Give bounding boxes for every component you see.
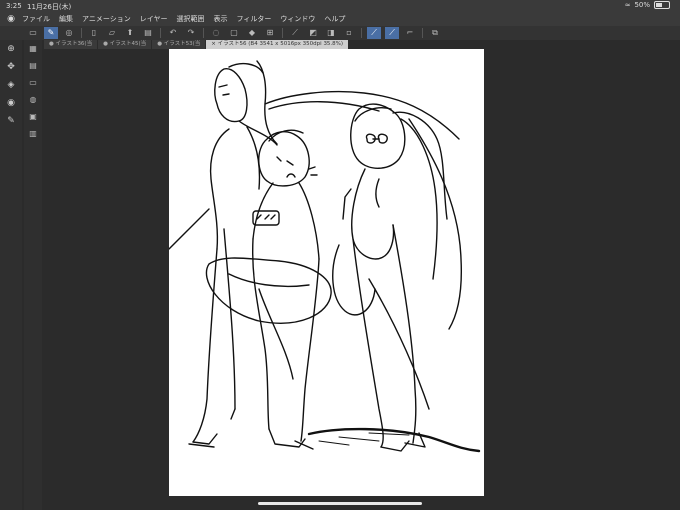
- ruler-icon[interactable]: ⟋: [288, 27, 302, 39]
- transform-icon[interactable]: ⊞: [263, 27, 277, 39]
- brush-settings-icon[interactable]: ◍: [24, 91, 42, 108]
- tab-illust53[interactable]: ● イラスト53(当: [152, 40, 206, 49]
- pen-pressure-icon[interactable]: ⟋: [367, 27, 381, 39]
- open-folder-icon[interactable]: ▱: [105, 27, 119, 39]
- left-panel-toolbar: ▦ ▤ ▭ ◍ ▣ ▥: [24, 40, 42, 510]
- tab-illust36[interactable]: ● イラスト36(当: [44, 40, 98, 49]
- home-indicator[interactable]: [258, 502, 422, 505]
- menu-file[interactable]: ファイル: [22, 14, 50, 24]
- wifi-icon: ≈: [624, 1, 631, 9]
- color-picker-icon[interactable]: ◉: [0, 94, 22, 112]
- move-icon[interactable]: ✥: [0, 58, 22, 76]
- fill-icon[interactable]: ◆: [245, 27, 259, 39]
- settings-icon[interactable]: ◎: [62, 27, 76, 39]
- menu-animation[interactable]: アニメーション: [82, 14, 131, 24]
- pen-mode-icon[interactable]: ✎: [44, 27, 58, 39]
- clock: 3:25: [6, 2, 22, 10]
- lasso-icon[interactable]: ◌: [209, 27, 223, 39]
- eraser-line-icon[interactable]: ⌐: [403, 27, 417, 39]
- folder-icon[interactable]: ▭: [24, 74, 42, 91]
- menu-window[interactable]: ウィンドウ: [280, 14, 315, 24]
- drawing-canvas[interactable]: [168, 49, 484, 496]
- navigator-icon[interactable]: ▥: [24, 125, 42, 142]
- status-bar: 3:25 11月26日(木) ≈ 50%: [0, 0, 680, 12]
- selection-icon[interactable]: ◩: [306, 27, 320, 39]
- brush-size-icon[interactable]: ▭: [26, 27, 40, 39]
- date: 11月26日(木): [27, 3, 72, 11]
- menu-layer[interactable]: レイヤー: [140, 14, 168, 24]
- document-tabs: ● イラスト36(当 ● イラスト45(当 ● イラスト53(当 × イラスト5…: [44, 40, 680, 49]
- undo-icon[interactable]: ↶: [166, 27, 180, 39]
- pen-icon[interactable]: ✎: [0, 112, 22, 130]
- tab-illust45[interactable]: ● イラスト45(当: [98, 40, 152, 49]
- app-logo-icon[interactable]: ◉: [0, 14, 22, 24]
- status-right: ≈ 50%: [625, 1, 670, 9]
- companion-icon[interactable]: ⧉: [428, 27, 442, 39]
- new-file-icon[interactable]: ▯: [87, 27, 101, 39]
- redo-icon[interactable]: ↷: [184, 27, 198, 39]
- crop-icon[interactable]: ▫: [342, 27, 356, 39]
- menu-filter[interactable]: フィルター: [237, 14, 272, 24]
- fill-bucket-icon[interactable]: ◈: [0, 76, 22, 94]
- menu-bar: ◉ ファイル 編集 アニメーション レイヤー 選択範囲 表示 フィルター ウィン…: [0, 12, 680, 26]
- left-toolbar: ⊕ ✥ ◈ ◉ ✎: [0, 40, 22, 510]
- command-bar: ▭ ✎ ◎ ▯ ▱ ⬆ ▤ ↶ ↷ ◌ ▢ ◆ ⊞ ⟋ ◩ ◨ ▫ ⟋ ⟋ ⌐ …: [0, 26, 680, 40]
- menu-selection[interactable]: 選択範囲: [177, 14, 205, 24]
- menu-edit[interactable]: 編集: [59, 14, 73, 24]
- menu-view[interactable]: 表示: [214, 14, 228, 24]
- sketch-artwork: [168, 60, 481, 453]
- save-icon[interactable]: ⬆: [123, 27, 137, 39]
- invert-icon[interactable]: ◨: [324, 27, 338, 39]
- export-icon[interactable]: ▤: [141, 27, 155, 39]
- clear-icon[interactable]: ▢: [227, 27, 241, 39]
- tab-illust56[interactable]: × イラスト56 (B4 3541 x 5016px 350dpi 35.8%): [206, 40, 349, 49]
- menu-help[interactable]: ヘルプ: [324, 14, 345, 24]
- layers-icon[interactable]: ▦: [24, 40, 42, 57]
- zoom-icon[interactable]: ⊕: [0, 40, 22, 58]
- stabilizer-icon[interactable]: ⟋: [385, 27, 399, 39]
- battery-icon: [654, 1, 670, 9]
- battery-percent: 50%: [634, 1, 650, 9]
- stack-icon[interactable]: ▤: [24, 57, 42, 74]
- material-icon[interactable]: ▣: [24, 108, 42, 125]
